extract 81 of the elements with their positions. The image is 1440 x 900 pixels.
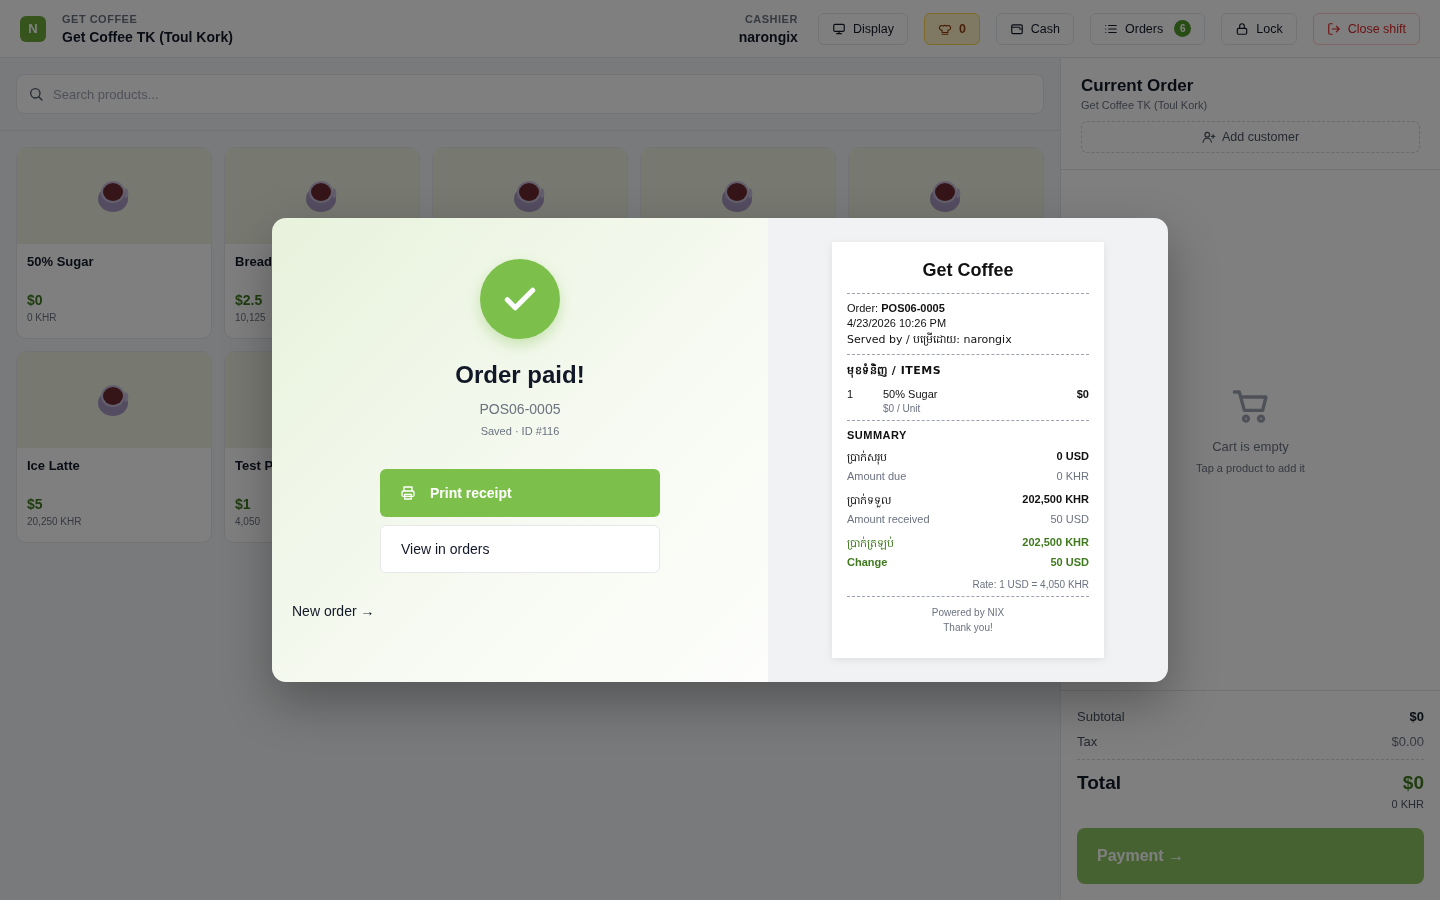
total-label: Tax — [1077, 734, 1098, 749]
kitchen-button[interactable]: 0 — [923, 12, 980, 45]
product-name: Bread — [235, 254, 273, 271]
store-name: Get Coffee TK (Toul Kork) — [62, 28, 233, 45]
powered-by: Powered by NIX — [930, 607, 1006, 618]
app-logo: N — [20, 15, 46, 42]
empty-cart-hint: Tap a product to add it — [1196, 461, 1305, 474]
new-order-link[interactable]: New order → — [292, 595, 375, 627]
count-badge: 6 — [1174, 20, 1192, 37]
summary-value: 202,500 KHR — [1022, 493, 1089, 507]
empty-cart-title: Cart is empty — [1212, 438, 1289, 454]
saved-note: Saved · ID #116 — [480, 425, 560, 437]
cashier-label: CASHIER — [744, 12, 798, 25]
item-unit-price: $0 / Unit — [883, 403, 922, 414]
summary-label: Amount received — [847, 513, 930, 525]
total-amount: $0 — [1402, 772, 1424, 794]
product-name: Ice Latte — [27, 458, 81, 475]
panel-title: Current Order — [1081, 76, 1194, 96]
logout-icon — [1326, 21, 1341, 36]
add-customer-button[interactable]: Add customer — [1081, 121, 1420, 153]
view-in-orders-button[interactable]: View in orders — [380, 525, 660, 573]
total-value: $0 — [1409, 709, 1424, 724]
cashier-name: narongix — [738, 28, 798, 45]
store-label: GET COFFEE — [62, 12, 139, 25]
lock-button[interactable]: Lock — [1221, 12, 1297, 45]
item-quantity: 1 — [847, 388, 855, 402]
summary-label-khmer: ប្រាក់សរុប — [847, 450, 887, 466]
summary-heading: SUMMARY — [847, 429, 908, 441]
coffee-cup-icon — [513, 179, 547, 213]
summary-value: 202,500 KHR — [1022, 536, 1089, 550]
printer-icon — [400, 485, 416, 501]
receipt-order-line: Order: POS06-0005 — [847, 302, 946, 314]
summary-value-secondary: 50 USD — [1050, 556, 1089, 568]
success-check-icon — [480, 259, 560, 339]
product-price-khr: 4,050 — [235, 516, 262, 527]
items-heading: មុខទំនិញ / ITEMS — [847, 363, 943, 379]
cash-button[interactable]: Cash — [995, 12, 1075, 45]
thank-you-note: Thank you! — [942, 622, 994, 633]
dialog-title: Order paid! — [455, 361, 585, 389]
summary-value-secondary: 0 KHR — [1056, 470, 1089, 482]
coffee-cup-icon — [929, 179, 963, 213]
coffee-cup-icon — [97, 179, 131, 213]
coffee-cup-icon — [305, 179, 339, 213]
summary-value-secondary: 50 USD — [1050, 513, 1089, 525]
product-card[interactable]: Ice Latte $5 20,250 KHR — [16, 351, 212, 543]
product-price-khr: 0 KHR — [27, 312, 58, 323]
receipt-datetime: 4/23/2026 10:26 PM — [847, 317, 948, 329]
product-price-khr: 20,250 KHR — [27, 516, 83, 527]
summary-label-khmer: ប្រាក់ទទួល — [847, 493, 891, 509]
total-label: Total — [1077, 772, 1121, 794]
search-icon — [28, 86, 44, 102]
panel-subtitle: Get Coffee TK (Toul Kork) — [1081, 99, 1208, 111]
orders-button[interactable]: Orders 6 — [1090, 12, 1206, 45]
monitor-icon — [831, 21, 846, 36]
product-price: $5 — [27, 496, 44, 512]
product-price-khr: 10,125 — [235, 312, 267, 323]
total-label: Subtotal — [1077, 709, 1125, 724]
total-khr: 0 KHR — [1391, 798, 1424, 810]
coffee-cup-icon — [721, 179, 755, 213]
display-button[interactable]: Display — [817, 12, 908, 45]
product-price: $2.5 — [235, 292, 264, 308]
summary-label-khmer: ប្រាក់ត្រឡប់ — [847, 536, 894, 552]
coffee-cup-icon — [97, 383, 131, 417]
receipt-served-by: Served by / បម្រើដោយ: narongix — [847, 332, 1013, 348]
exchange-rate: Rate: 1 USD = 4,050 KHR — [971, 579, 1089, 590]
product-card[interactable]: 50% Sugar $0 0 KHR — [16, 147, 212, 339]
summary-value: 0 USD — [1056, 450, 1089, 464]
summary-label: Amount due — [847, 470, 907, 482]
wallet-icon — [1009, 21, 1024, 36]
product-price: $0 — [27, 292, 44, 308]
product-name: 50% Sugar — [27, 254, 95, 271]
item-name: 50% Sugar — [883, 388, 939, 400]
product-price: $1 — [235, 496, 252, 512]
summary-label: Change — [847, 556, 888, 568]
user-plus-icon — [1201, 130, 1216, 144]
item-amount: $0 — [1076, 388, 1089, 402]
lock-icon — [1235, 21, 1250, 36]
receipt-shop-name: Get Coffee — [847, 260, 1089, 294]
total-value: $0.00 — [1391, 734, 1424, 749]
order-number: POS06-0005 — [479, 401, 561, 417]
close-button[interactable]: Close shift — [1312, 12, 1420, 45]
